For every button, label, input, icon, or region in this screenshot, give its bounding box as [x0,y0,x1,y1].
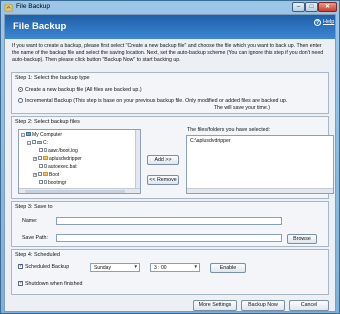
tree-row-autoexec[interactable]: autoexec.bat [39,164,77,170]
expand-icon[interactable]: + [33,157,37,161]
tree-label: bootmgr [48,180,67,186]
dropdown-arrow-icon: ▼ [133,264,138,269]
name-label: Name: [22,218,38,224]
step2-title: Step 2: Select backup files [15,119,80,125]
maximize-button[interactable]: □ [305,2,318,12]
tree-checkbox[interactable] [32,140,36,144]
selected-files-label: The files/folders you have selected: [187,127,271,133]
shutdown-label: Shutdown when finished [25,281,83,287]
radio-incremental-label: Incremental Backup (This step is base on… [25,98,288,104]
tree-checkbox[interactable] [38,172,42,176]
step2-group: Step 2: Select backup files - My Computer… [11,116,334,199]
radio-create-new-label: Create a new backup file (All files are … [25,87,142,93]
tree-row-c-drive[interactable]: - C: [27,140,48,146]
tree-checkbox[interactable] [38,156,42,160]
day-select[interactable]: Sunday ▼ [90,263,140,272]
radio-incremental-dot[interactable] [18,98,23,103]
more-settings-button[interactable]: More Settings [193,300,237,311]
folder-icon [43,156,48,160]
browse-button[interactable]: Browse [287,234,317,244]
shutdown-toggle[interactable]: Shutdown when finished [18,280,83,287]
radio-incremental[interactable]: Incremental Backup (This step is base on… [18,98,287,104]
time-value: 3 : 00 [154,265,167,271]
tree-label: Boot [49,172,60,178]
tree-label: My Computer [32,132,63,138]
add-button[interactable]: Add >> [147,155,179,165]
folder-icon [43,172,48,176]
shutdown-checkbox[interactable] [18,280,23,286]
scroll-thumb[interactable] [25,190,125,193]
minimize-button[interactable]: – [292,2,305,12]
step3-group: Step 3: Save to Name: Save Path: Browse [11,201,329,247]
help-link[interactable]: Help [323,19,334,25]
step1-title: Step 1: Select the backup type [15,75,90,81]
expand-icon[interactable]: + [33,173,37,177]
tree-checkbox[interactable] [39,164,43,168]
computer-icon [26,132,31,136]
dialog-header: File Backup ? Help [5,15,335,39]
tree-row-bootmgr[interactable]: bootmgr [39,180,66,186]
tree-label: C: [43,140,48,146]
dropdown-arrow-icon: ▼ [193,264,198,269]
tree-checkbox[interactable] [39,148,43,152]
incremental-note: The will save your time.) [214,105,270,111]
app-icon [4,3,13,12]
scheduled-backup-label: Scheduled Backup [25,264,70,270]
list-horizontal-scrollbar[interactable] [187,188,333,193]
remove-button[interactable]: << Remove [147,175,179,185]
scheduled-backup-checkbox[interactable] [18,263,23,269]
file-icon [44,164,47,168]
file-backup-window: File Backup – □ ✕ File Backup ? Help If … [0,0,340,314]
close-button[interactable]: ✕ [318,2,337,12]
title-bar[interactable]: File Backup – □ ✕ [1,1,339,14]
file-icon [44,180,47,184]
save-path-label: Save Path: [22,235,48,241]
step3-title: Step 3: Save to [15,204,53,210]
tree-row-boot[interactable]: + Boot [33,172,59,178]
tree-vertical-scrollbar[interactable] [135,130,140,188]
radio-create-new[interactable]: Create a new backup file (All files are … [18,87,142,93]
scheduled-backup-toggle[interactable]: Scheduled Backup [18,263,70,270]
dialog-client-area: File Backup ? Help If you want to create… [4,14,336,312]
collapse-icon[interactable]: - [21,133,25,137]
step4-title: Step 4: Scheduled [15,252,60,258]
tree-label: aplusdvdripper [49,156,82,162]
tree-row-bootlog[interactable]: aaw:/boot.log [39,148,78,154]
name-field[interactable] [56,217,282,225]
window-title: File Backup [16,3,50,10]
tree-checkbox[interactable] [39,180,43,184]
tree-label: aaw:/boot.log [48,148,78,154]
help-icon[interactable]: ? [314,19,321,26]
page-title: File Backup [13,21,67,32]
tree-row-my-computer[interactable]: - My Computer [21,132,62,138]
file-icon [44,148,47,152]
radio-create-new-dot[interactable] [18,87,23,92]
day-value: Sunday [94,265,111,271]
save-path-field[interactable] [56,234,282,242]
step4-group: Step 4: Scheduled Scheduled Backup Sunda… [11,249,329,295]
selected-files-list[interactable]: C:\aplusdvdripper [186,135,334,194]
footer-buttons: More Settings Backup Now Cancel [5,300,335,312]
tree-horizontal-scrollbar[interactable] [19,188,140,193]
selected-file-item[interactable]: C:\aplusdvdripper [190,138,231,144]
collapse-icon[interactable]: - [27,141,31,145]
tree-label: autoexec.bat [48,164,77,170]
drive-icon [37,141,42,144]
enable-button[interactable]: Enable [210,263,246,273]
file-tree[interactable]: - My Computer - C: aaw:/boot.log + aplusdvd… [18,129,141,194]
cancel-button[interactable]: Cancel [289,300,329,311]
time-select[interactable]: 3 : 00 ▼ [150,263,200,272]
intro-text: If you want to create a backup, please f… [12,43,324,63]
backup-now-button[interactable]: Backup Now [241,300,285,311]
tree-row-aplusdvdripper[interactable]: + aplusdvdripper [33,156,82,162]
step1-group: Step 1: Select the backup type Create a … [11,72,329,114]
